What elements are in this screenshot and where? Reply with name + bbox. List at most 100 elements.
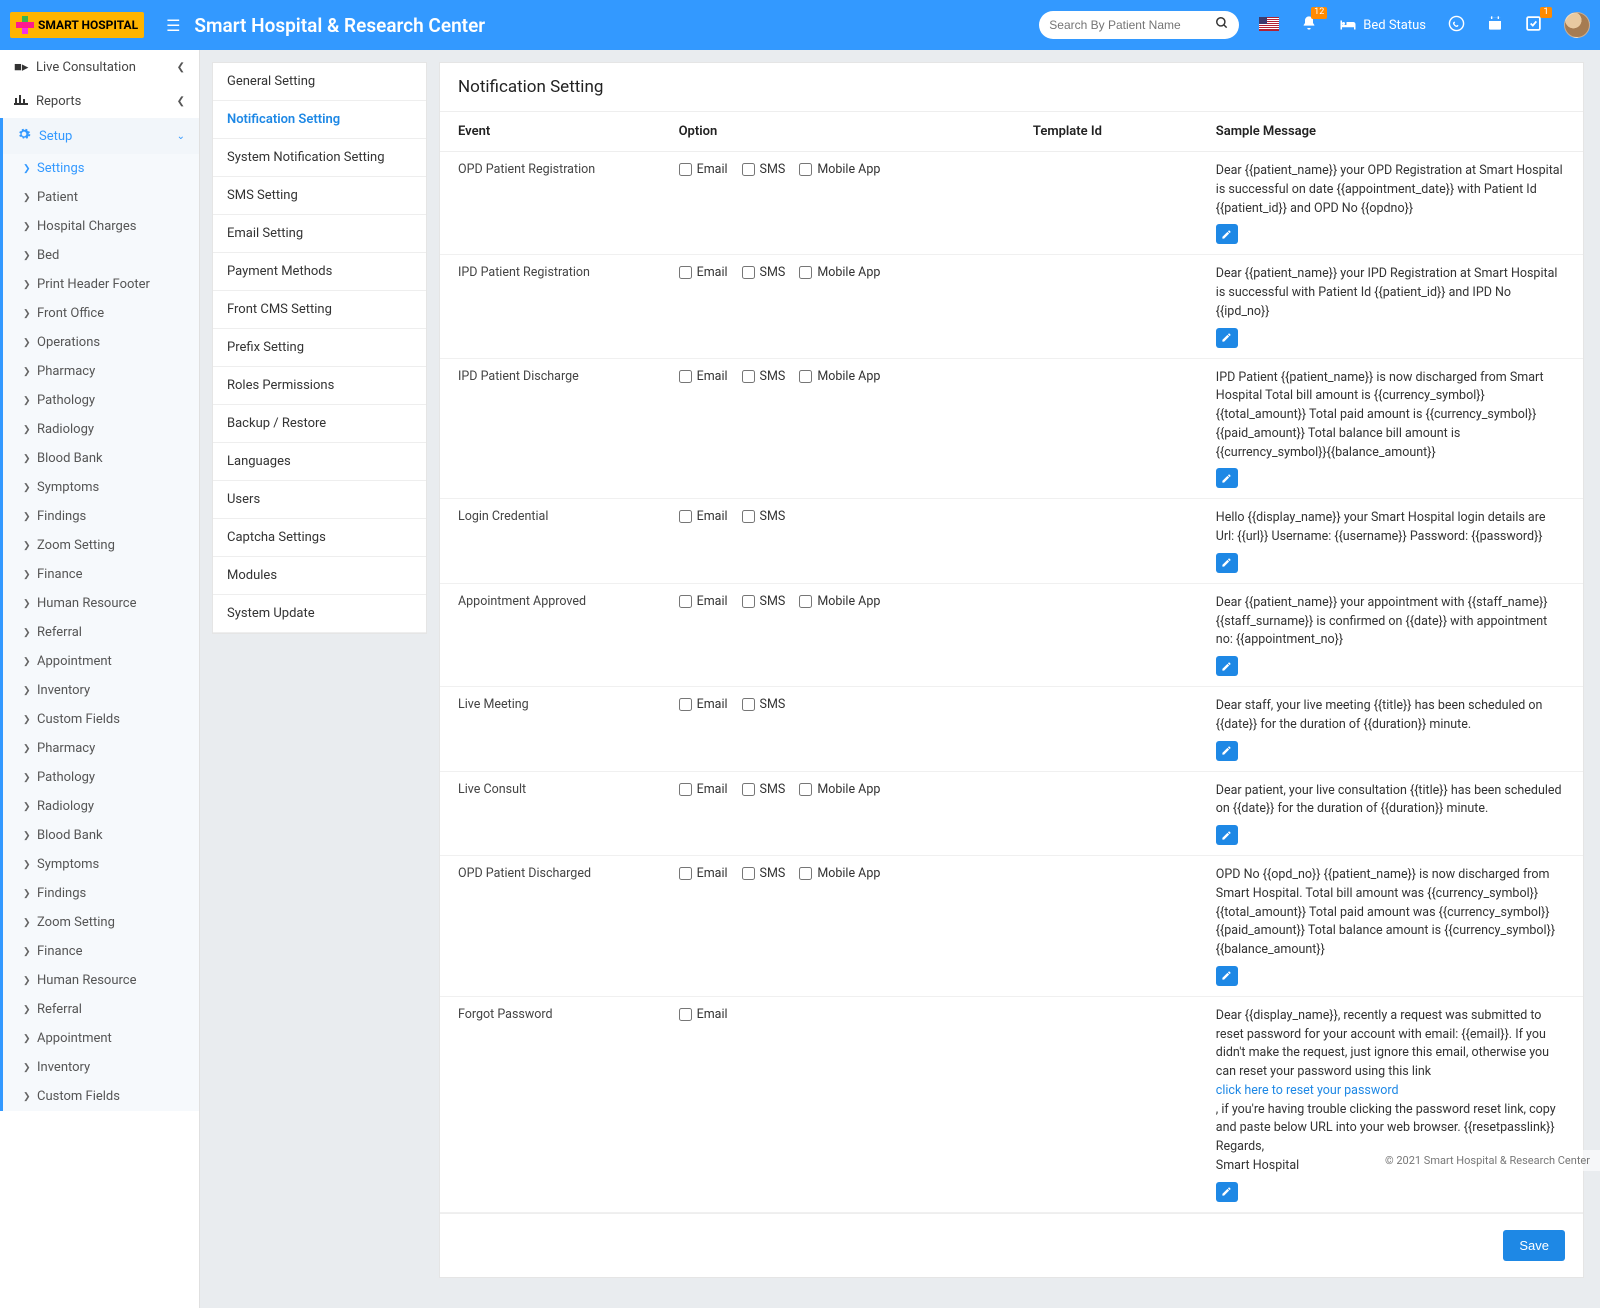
user-avatar[interactable]	[1564, 12, 1590, 38]
option-mobile[interactable]: Mobile App	[799, 866, 880, 881]
edit-button[interactable]	[1216, 741, 1238, 761]
option-sms-checkbox[interactable]	[742, 370, 755, 383]
search-icon[interactable]	[1215, 16, 1229, 34]
patient-search[interactable]	[1039, 11, 1239, 39]
setup-sub-item[interactable]: ❯Custom Fields	[3, 705, 199, 734]
settings-tab[interactable]: Roles Permissions	[213, 367, 426, 405]
search-input[interactable]	[1049, 18, 1215, 32]
whatsapp-icon[interactable]	[1448, 15, 1465, 36]
settings-tab[interactable]: System Notification Setting	[213, 139, 426, 177]
settings-tab[interactable]: Email Setting	[213, 215, 426, 253]
option-email-checkbox[interactable]	[679, 783, 692, 796]
settings-tab[interactable]: Modules	[213, 557, 426, 595]
logo[interactable]: SMART HOSPITAL	[10, 12, 144, 38]
language-flag-icon[interactable]	[1259, 16, 1279, 35]
option-sms-checkbox[interactable]	[742, 867, 755, 880]
settings-tab[interactable]: Backup / Restore	[213, 405, 426, 443]
setup-sub-item[interactable]: ❯Patient	[3, 183, 199, 212]
option-mobile[interactable]: Mobile App	[799, 782, 880, 797]
option-email[interactable]: Email	[679, 1007, 728, 1022]
settings-tab[interactable]: Languages	[213, 443, 426, 481]
bed-status-link[interactable]: Bed Status	[1339, 18, 1426, 33]
option-email[interactable]: Email	[679, 162, 728, 177]
setup-sub-item[interactable]: ❯Inventory	[3, 676, 199, 705]
settings-tab[interactable]: Prefix Setting	[213, 329, 426, 367]
bell-icon[interactable]: 12	[1301, 15, 1317, 35]
option-mobile[interactable]: Mobile App	[799, 265, 880, 280]
option-email-checkbox[interactable]	[679, 266, 692, 279]
setup-sub-item[interactable]: ❯Print Header Footer	[3, 270, 199, 299]
option-email-checkbox[interactable]	[679, 1008, 692, 1021]
edit-button[interactable]	[1216, 328, 1238, 348]
settings-tab[interactable]: SMS Setting	[213, 177, 426, 215]
setup-sub-item[interactable]: ❯Referral	[3, 995, 199, 1024]
setup-sub-item[interactable]: ❯Bed	[3, 241, 199, 270]
setup-sub-item[interactable]: ❯Radiology	[3, 792, 199, 821]
setup-sub-item[interactable]: ❯Settings	[3, 154, 199, 183]
option-sms[interactable]: SMS	[742, 162, 786, 177]
option-mobile-checkbox[interactable]	[799, 266, 812, 279]
option-email[interactable]: Email	[679, 782, 728, 797]
setup-sub-item[interactable]: ❯Hospital Charges	[3, 212, 199, 241]
option-email-checkbox[interactable]	[679, 698, 692, 711]
option-sms[interactable]: SMS	[742, 697, 786, 712]
settings-tab[interactable]: Captcha Settings	[213, 519, 426, 557]
settings-tab[interactable]: Front CMS Setting	[213, 291, 426, 329]
setup-sub-item[interactable]: ❯Finance	[3, 937, 199, 966]
setup-sub-item[interactable]: ❯Blood Bank	[3, 444, 199, 473]
settings-tab[interactable]: Notification Setting	[213, 101, 426, 139]
setup-sub-item[interactable]: ❯Findings	[3, 502, 199, 531]
edit-button[interactable]	[1216, 553, 1238, 573]
option-mobile-checkbox[interactable]	[799, 370, 812, 383]
setup-sub-item[interactable]: ❯Referral	[3, 618, 199, 647]
setup-sub-item[interactable]: ❯Front Office	[3, 299, 199, 328]
nav-setup[interactable]: Setup ⌄	[3, 118, 199, 154]
setup-sub-item[interactable]: ❯Custom Fields	[3, 1082, 199, 1111]
option-sms-checkbox[interactable]	[742, 783, 755, 796]
setup-sub-item[interactable]: ❯Appointment	[3, 647, 199, 676]
setup-sub-item[interactable]: ❯Radiology	[3, 415, 199, 444]
save-button[interactable]: Save	[1503, 1230, 1565, 1261]
task-check-icon[interactable]: 1	[1525, 15, 1542, 36]
calendar-icon[interactable]	[1487, 15, 1503, 35]
option-email[interactable]: Email	[679, 594, 728, 609]
option-mobile-checkbox[interactable]	[799, 783, 812, 796]
edit-button[interactable]	[1216, 224, 1238, 244]
option-sms-checkbox[interactable]	[742, 266, 755, 279]
edit-button[interactable]	[1216, 1182, 1238, 1202]
settings-tab[interactable]: System Update	[213, 595, 426, 633]
setup-sub-item[interactable]: ❯Inventory	[3, 1053, 199, 1082]
edit-button[interactable]	[1216, 966, 1238, 986]
setup-sub-item[interactable]: ❯Zoom Setting	[3, 531, 199, 560]
option-mobile[interactable]: Mobile App	[799, 369, 880, 384]
setup-sub-item[interactable]: ❯Pathology	[3, 763, 199, 792]
option-sms-checkbox[interactable]	[742, 510, 755, 523]
option-sms[interactable]: SMS	[742, 866, 786, 881]
setup-sub-item[interactable]: ❯Pharmacy	[3, 357, 199, 386]
edit-button[interactable]	[1216, 468, 1238, 488]
option-email[interactable]: Email	[679, 509, 728, 524]
option-email[interactable]: Email	[679, 369, 728, 384]
setup-sub-item[interactable]: ❯Human Resource	[3, 589, 199, 618]
option-sms-checkbox[interactable]	[742, 595, 755, 608]
setup-sub-item[interactable]: ❯Findings	[3, 879, 199, 908]
nav-live-consultation[interactable]: ■▸ Live Consultation ❮	[0, 50, 199, 84]
setup-sub-item[interactable]: ❯Human Resource	[3, 966, 199, 995]
setup-sub-item[interactable]: ❯Blood Bank	[3, 821, 199, 850]
option-sms-checkbox[interactable]	[742, 163, 755, 176]
edit-button[interactable]	[1216, 825, 1238, 845]
option-mobile-checkbox[interactable]	[799, 163, 812, 176]
settings-tab[interactable]: Users	[213, 481, 426, 519]
setup-sub-item[interactable]: ❯Operations	[3, 328, 199, 357]
setup-sub-item[interactable]: ❯Zoom Setting	[3, 908, 199, 937]
setup-sub-item[interactable]: ❯Symptoms	[3, 850, 199, 879]
option-email[interactable]: Email	[679, 866, 728, 881]
settings-tab[interactable]: Payment Methods	[213, 253, 426, 291]
option-sms[interactable]: SMS	[742, 265, 786, 280]
option-sms[interactable]: SMS	[742, 782, 786, 797]
option-mobile[interactable]: Mobile App	[799, 594, 880, 609]
option-mobile[interactable]: Mobile App	[799, 162, 880, 177]
sidebar-toggle-icon[interactable]: ☰	[166, 16, 180, 35]
option-sms[interactable]: SMS	[742, 369, 786, 384]
setup-sub-item[interactable]: ❯Pathology	[3, 386, 199, 415]
